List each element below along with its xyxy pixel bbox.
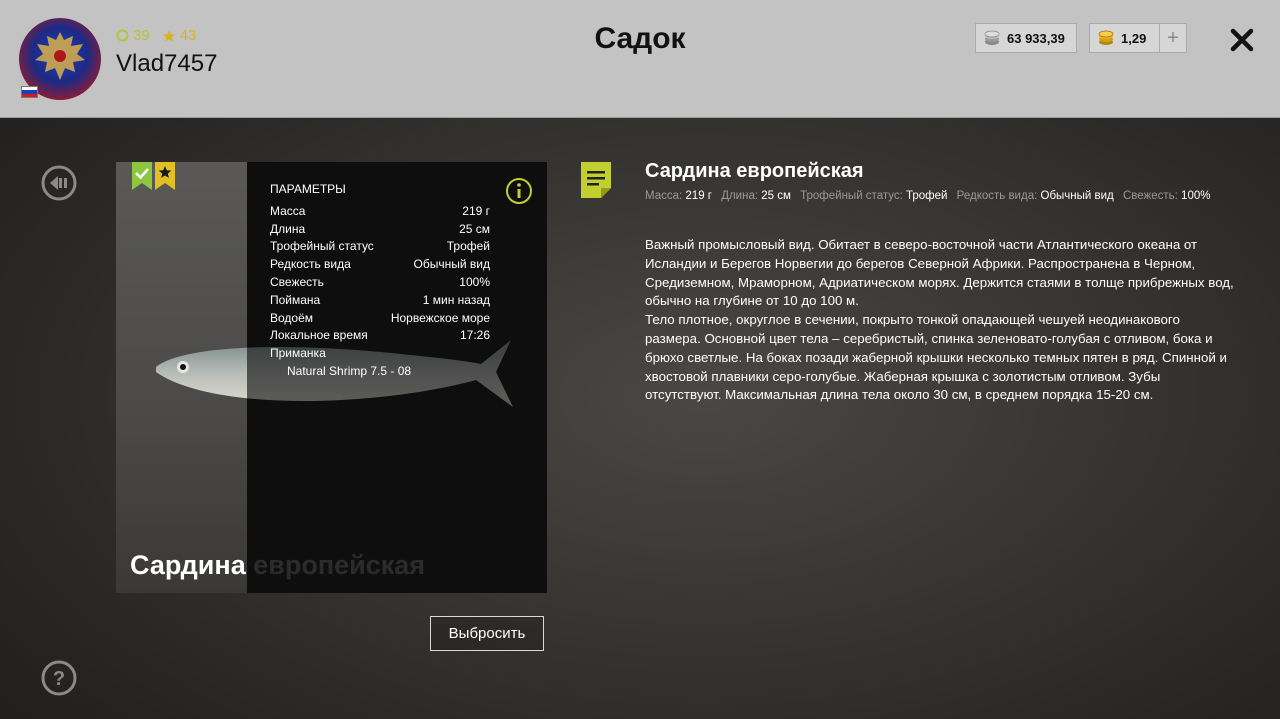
param-label: Редкость вида xyxy=(270,257,351,272)
top-bar: 39 43 Vlad7457 Садок 63 933,39 1,29 + xyxy=(0,0,1280,118)
stat-value: 100% xyxy=(1181,190,1211,202)
stat-key: Масса: xyxy=(645,190,683,202)
param-label: Длина xyxy=(270,221,306,236)
silver-balance: 63 933,39 xyxy=(975,23,1077,53)
param-label: Масса xyxy=(270,203,306,218)
param-value: 17:26 xyxy=(459,328,490,343)
params-title: ПАРАМЕТРЫ xyxy=(270,182,346,196)
country-flag-icon xyxy=(21,86,38,98)
stat-key: Свежесть: xyxy=(1122,190,1178,202)
back-icon[interactable] xyxy=(41,165,77,201)
species-description: Важный промысловый вид. Обитает в северо… xyxy=(645,237,1234,403)
bait-label-text: Приманка xyxy=(270,346,326,361)
params-list: ПАРАМЕТРЫ Масса 219 г Длина 25 см Трофейны… xyxy=(270,182,490,379)
check-badge-icon xyxy=(132,162,152,190)
details-stats: Масса: 219 г Длина: 25 см Трофейный стат… xyxy=(645,190,1216,202)
param-label: Трофейный статус xyxy=(270,239,374,254)
info-icon[interactable] xyxy=(505,177,533,205)
details-title: Сардина европейская xyxy=(645,160,864,182)
param-value: 219 г xyxy=(462,203,490,218)
fish-name: Сардина европейская xyxy=(130,550,425,581)
silver-coin-icon xyxy=(984,30,1000,45)
fish-card: ПАРАМЕТРЫ Масса 219 г Длина 25 см Трофейны… xyxy=(116,162,547,593)
bait-value: Natural Shrimp 7.5 - 08 xyxy=(287,363,412,378)
param-value: 25 см xyxy=(459,221,490,236)
svg-text:?: ? xyxy=(53,668,65,690)
stat-value: 219 г xyxy=(685,190,712,202)
param-label: Поймана xyxy=(270,292,321,307)
param-row: Поймана 1 мин назад xyxy=(270,291,490,309)
param-label: Локальное время xyxy=(270,328,368,343)
param-label: Водоём xyxy=(270,310,314,325)
star-badge-icon xyxy=(155,162,175,190)
fish-name-main: Сардина xyxy=(130,550,246,580)
param-value: Норвежское море xyxy=(390,310,490,325)
stat-key: Редкость вида: xyxy=(956,190,1038,202)
gold-balance: 1,29 + xyxy=(1089,23,1187,53)
param-row: Редкость вида Обычный вид xyxy=(270,255,490,273)
param-row: Трофейный статус Трофей xyxy=(270,238,490,256)
page-title: Садок xyxy=(594,22,686,55)
gold-coin-icon xyxy=(1098,30,1114,45)
param-row: Свежесть 100% xyxy=(270,273,490,291)
help-icon[interactable]: ? xyxy=(41,660,77,696)
param-value: Обычный вид xyxy=(413,257,490,272)
document-icon xyxy=(581,162,611,198)
param-label: Свежесть xyxy=(270,275,324,290)
param-row: Длина 25 см xyxy=(270,220,490,238)
discard-button[interactable]: Выбросить xyxy=(430,616,544,651)
stat-key: Трофейный статус: xyxy=(800,190,903,202)
bait-label: Приманка xyxy=(270,344,490,362)
stat-key: Длина: xyxy=(721,190,759,202)
close-icon[interactable] xyxy=(1227,25,1257,55)
stat-value: Обычный вид xyxy=(1040,190,1114,202)
param-value: 1 мин назад xyxy=(422,292,490,307)
param-row: Масса 219 г xyxy=(270,202,490,220)
add-gold-button[interactable]: + xyxy=(1159,24,1186,52)
gold-value: 1,29 xyxy=(1121,30,1147,46)
param-row: Водоём Норвежское море xyxy=(270,309,490,327)
stat-value: Трофей xyxy=(906,190,948,202)
fish-name-faded: европейская xyxy=(245,550,426,580)
param-value: Трофей xyxy=(446,239,490,254)
stat-value: 25 см xyxy=(761,190,791,202)
param-row: Локальное время 17:26 xyxy=(270,327,490,345)
param-value: 100% xyxy=(459,275,490,290)
silver-value: 63 933,39 xyxy=(1007,30,1065,46)
